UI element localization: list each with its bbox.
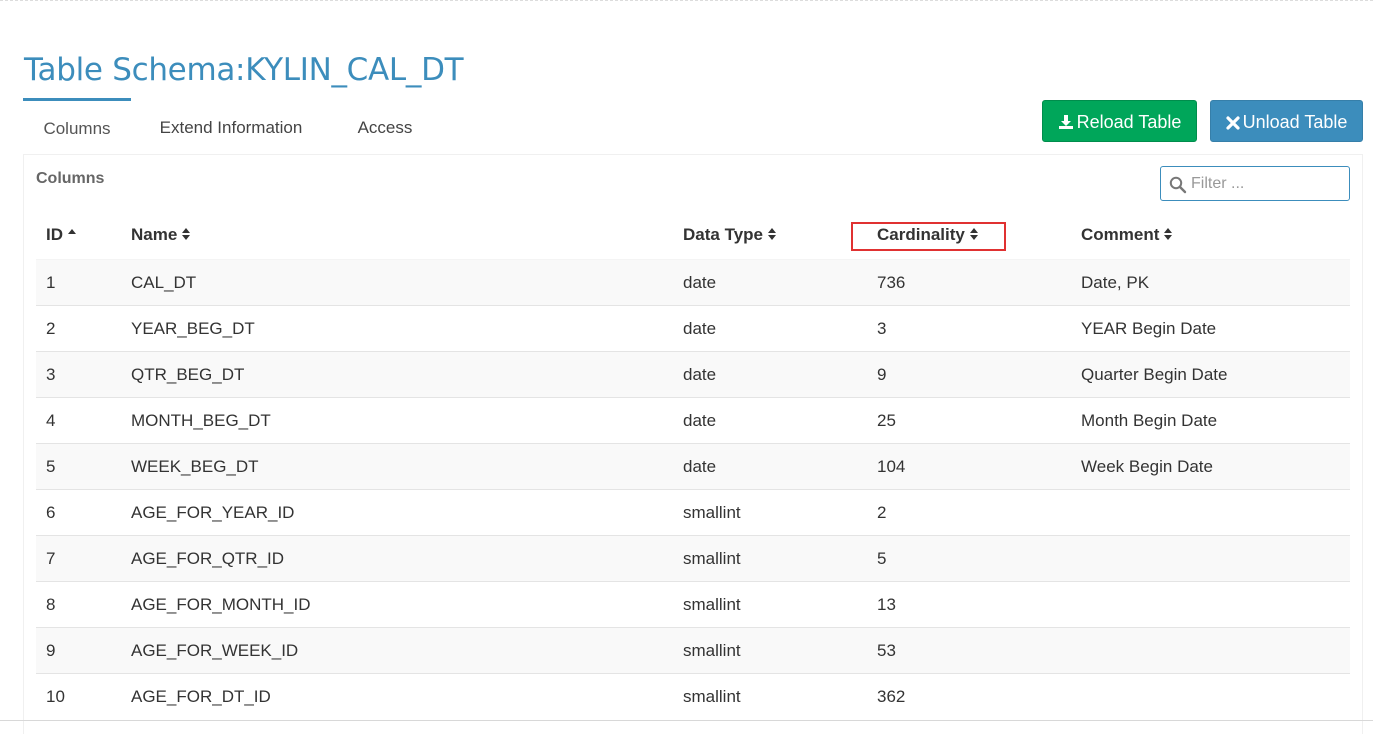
cell-id: 6 <box>36 489 121 536</box>
cell-id: 8 <box>36 581 121 628</box>
cell-data-type: smallint <box>673 673 867 719</box>
cell-name: AGE_FOR_QTR_ID <box>121 535 673 582</box>
unload-table-button[interactable]: Unload Table <box>1210 100 1363 142</box>
cell-data-type: date <box>673 443 867 490</box>
cell-data-type: date <box>673 351 867 398</box>
cell-name: YEAR_BEG_DT <box>121 305 673 352</box>
close-icon <box>1226 116 1240 130</box>
cell-name: AGE_FOR_DT_ID <box>121 673 673 719</box>
table-row: 1 CAL_DT date 736 Date, PK <box>36 259 1350 306</box>
table-row: 7 AGE_FOR_QTR_ID smallint 5 <box>36 535 1350 582</box>
table-header-row: ID Name Data Type Cardinality Comment <box>36 212 1350 260</box>
cell-data-type: date <box>673 259 867 306</box>
search-icon <box>1169 176 1187 194</box>
page-title: Table Schema:KYLIN_CAL_DT <box>24 52 464 88</box>
sort-icon <box>181 226 191 246</box>
cell-comment <box>1071 489 1350 536</box>
cell-id: 5 <box>36 443 121 490</box>
cell-name: AGE_FOR_MONTH_ID <box>121 581 673 628</box>
sort-icon <box>1163 226 1173 246</box>
header-comment-label: Comment <box>1081 225 1160 245</box>
cell-comment <box>1071 627 1350 674</box>
cell-data-type: date <box>673 305 867 352</box>
cell-data-type: smallint <box>673 627 867 674</box>
cell-cardinality: 53 <box>867 627 1071 674</box>
cell-name: CAL_DT <box>121 259 673 306</box>
header-comment[interactable]: Comment <box>1071 212 1350 260</box>
header-id-label: ID <box>46 225 63 245</box>
columns-table: ID Name Data Type Cardinality Comment 1 … <box>36 212 1350 719</box>
cell-comment: Week Begin Date <box>1071 443 1350 490</box>
tab-extend-information[interactable]: Extend Information <box>148 98 314 155</box>
cell-comment <box>1071 581 1350 628</box>
columns-section-label: Columns <box>36 170 105 187</box>
cell-cardinality: 25 <box>867 397 1071 444</box>
header-data-type-label: Data Type <box>683 225 763 245</box>
cell-name: AGE_FOR_WEEK_ID <box>121 627 673 674</box>
header-name[interactable]: Name <box>121 212 673 260</box>
cell-name: QTR_BEG_DT <box>121 351 673 398</box>
cell-id: 7 <box>36 535 121 582</box>
cell-comment: Date, PK <box>1071 259 1350 306</box>
table-row: 9 AGE_FOR_WEEK_ID smallint 53 <box>36 627 1350 674</box>
cell-data-type: smallint <box>673 535 867 582</box>
download-icon <box>1058 115 1073 129</box>
cell-id: 9 <box>36 627 121 674</box>
cell-cardinality: 362 <box>867 673 1071 719</box>
table-row: 4 MONTH_BEG_DT date 25 Month Begin Date <box>36 397 1350 444</box>
cell-cardinality: 2 <box>867 489 1071 536</box>
cell-comment <box>1071 673 1350 719</box>
cell-id: 1 <box>36 259 121 306</box>
cell-id: 10 <box>36 673 121 719</box>
cell-cardinality: 13 <box>867 581 1071 628</box>
table-row: 8 AGE_FOR_MONTH_ID smallint 13 <box>36 581 1350 628</box>
tab-columns[interactable]: Columns <box>23 98 131 158</box>
cell-cardinality: 3 <box>867 305 1071 352</box>
header-data-type[interactable]: Data Type <box>673 212 867 260</box>
reload-table-label: Reload Table <box>1076 112 1182 132</box>
cell-comment: Quarter Begin Date <box>1071 351 1350 398</box>
filter-input[interactable] <box>1191 171 1341 196</box>
cell-data-type: date <box>673 397 867 444</box>
sort-ascending-icon <box>67 226 77 246</box>
cell-id: 2 <box>36 305 121 352</box>
table-row: 6 AGE_FOR_YEAR_ID smallint 2 <box>36 489 1350 536</box>
cell-cardinality: 5 <box>867 535 1071 582</box>
table-row: 3 QTR_BEG_DT date 9 Quarter Begin Date <box>36 351 1350 398</box>
unload-table-label: Unload Table <box>1242 112 1348 132</box>
cell-data-type: smallint <box>673 581 867 628</box>
table-row: 5 WEEK_BEG_DT date 104 Week Begin Date <box>36 443 1350 490</box>
top-divider <box>0 0 1373 1</box>
header-id[interactable]: ID <box>36 212 121 260</box>
cell-name: WEEK_BEG_DT <box>121 443 673 490</box>
bottom-divider <box>0 720 1373 721</box>
reload-table-button[interactable]: Reload Table <box>1042 100 1197 142</box>
table-row: 10 AGE_FOR_DT_ID smallint 362 <box>36 673 1350 719</box>
cell-name: MONTH_BEG_DT <box>121 397 673 444</box>
cell-id: 4 <box>36 397 121 444</box>
cell-comment: Month Begin Date <box>1071 397 1350 444</box>
cell-data-type: smallint <box>673 489 867 536</box>
cell-cardinality: 736 <box>867 259 1071 306</box>
table-row: 2 YEAR_BEG_DT date 3 YEAR Begin Date <box>36 305 1350 352</box>
cardinality-highlight-box <box>851 222 1006 251</box>
tab-access[interactable]: Access <box>343 98 427 155</box>
cell-cardinality: 9 <box>867 351 1071 398</box>
cell-comment <box>1071 535 1350 582</box>
header-name-label: Name <box>131 225 178 245</box>
cell-cardinality: 104 <box>867 443 1071 490</box>
cell-name: AGE_FOR_YEAR_ID <box>121 489 673 536</box>
filter-box[interactable] <box>1160 166 1350 201</box>
cell-comment: YEAR Begin Date <box>1071 305 1350 352</box>
sort-icon <box>767 226 777 246</box>
cell-id: 3 <box>36 351 121 398</box>
